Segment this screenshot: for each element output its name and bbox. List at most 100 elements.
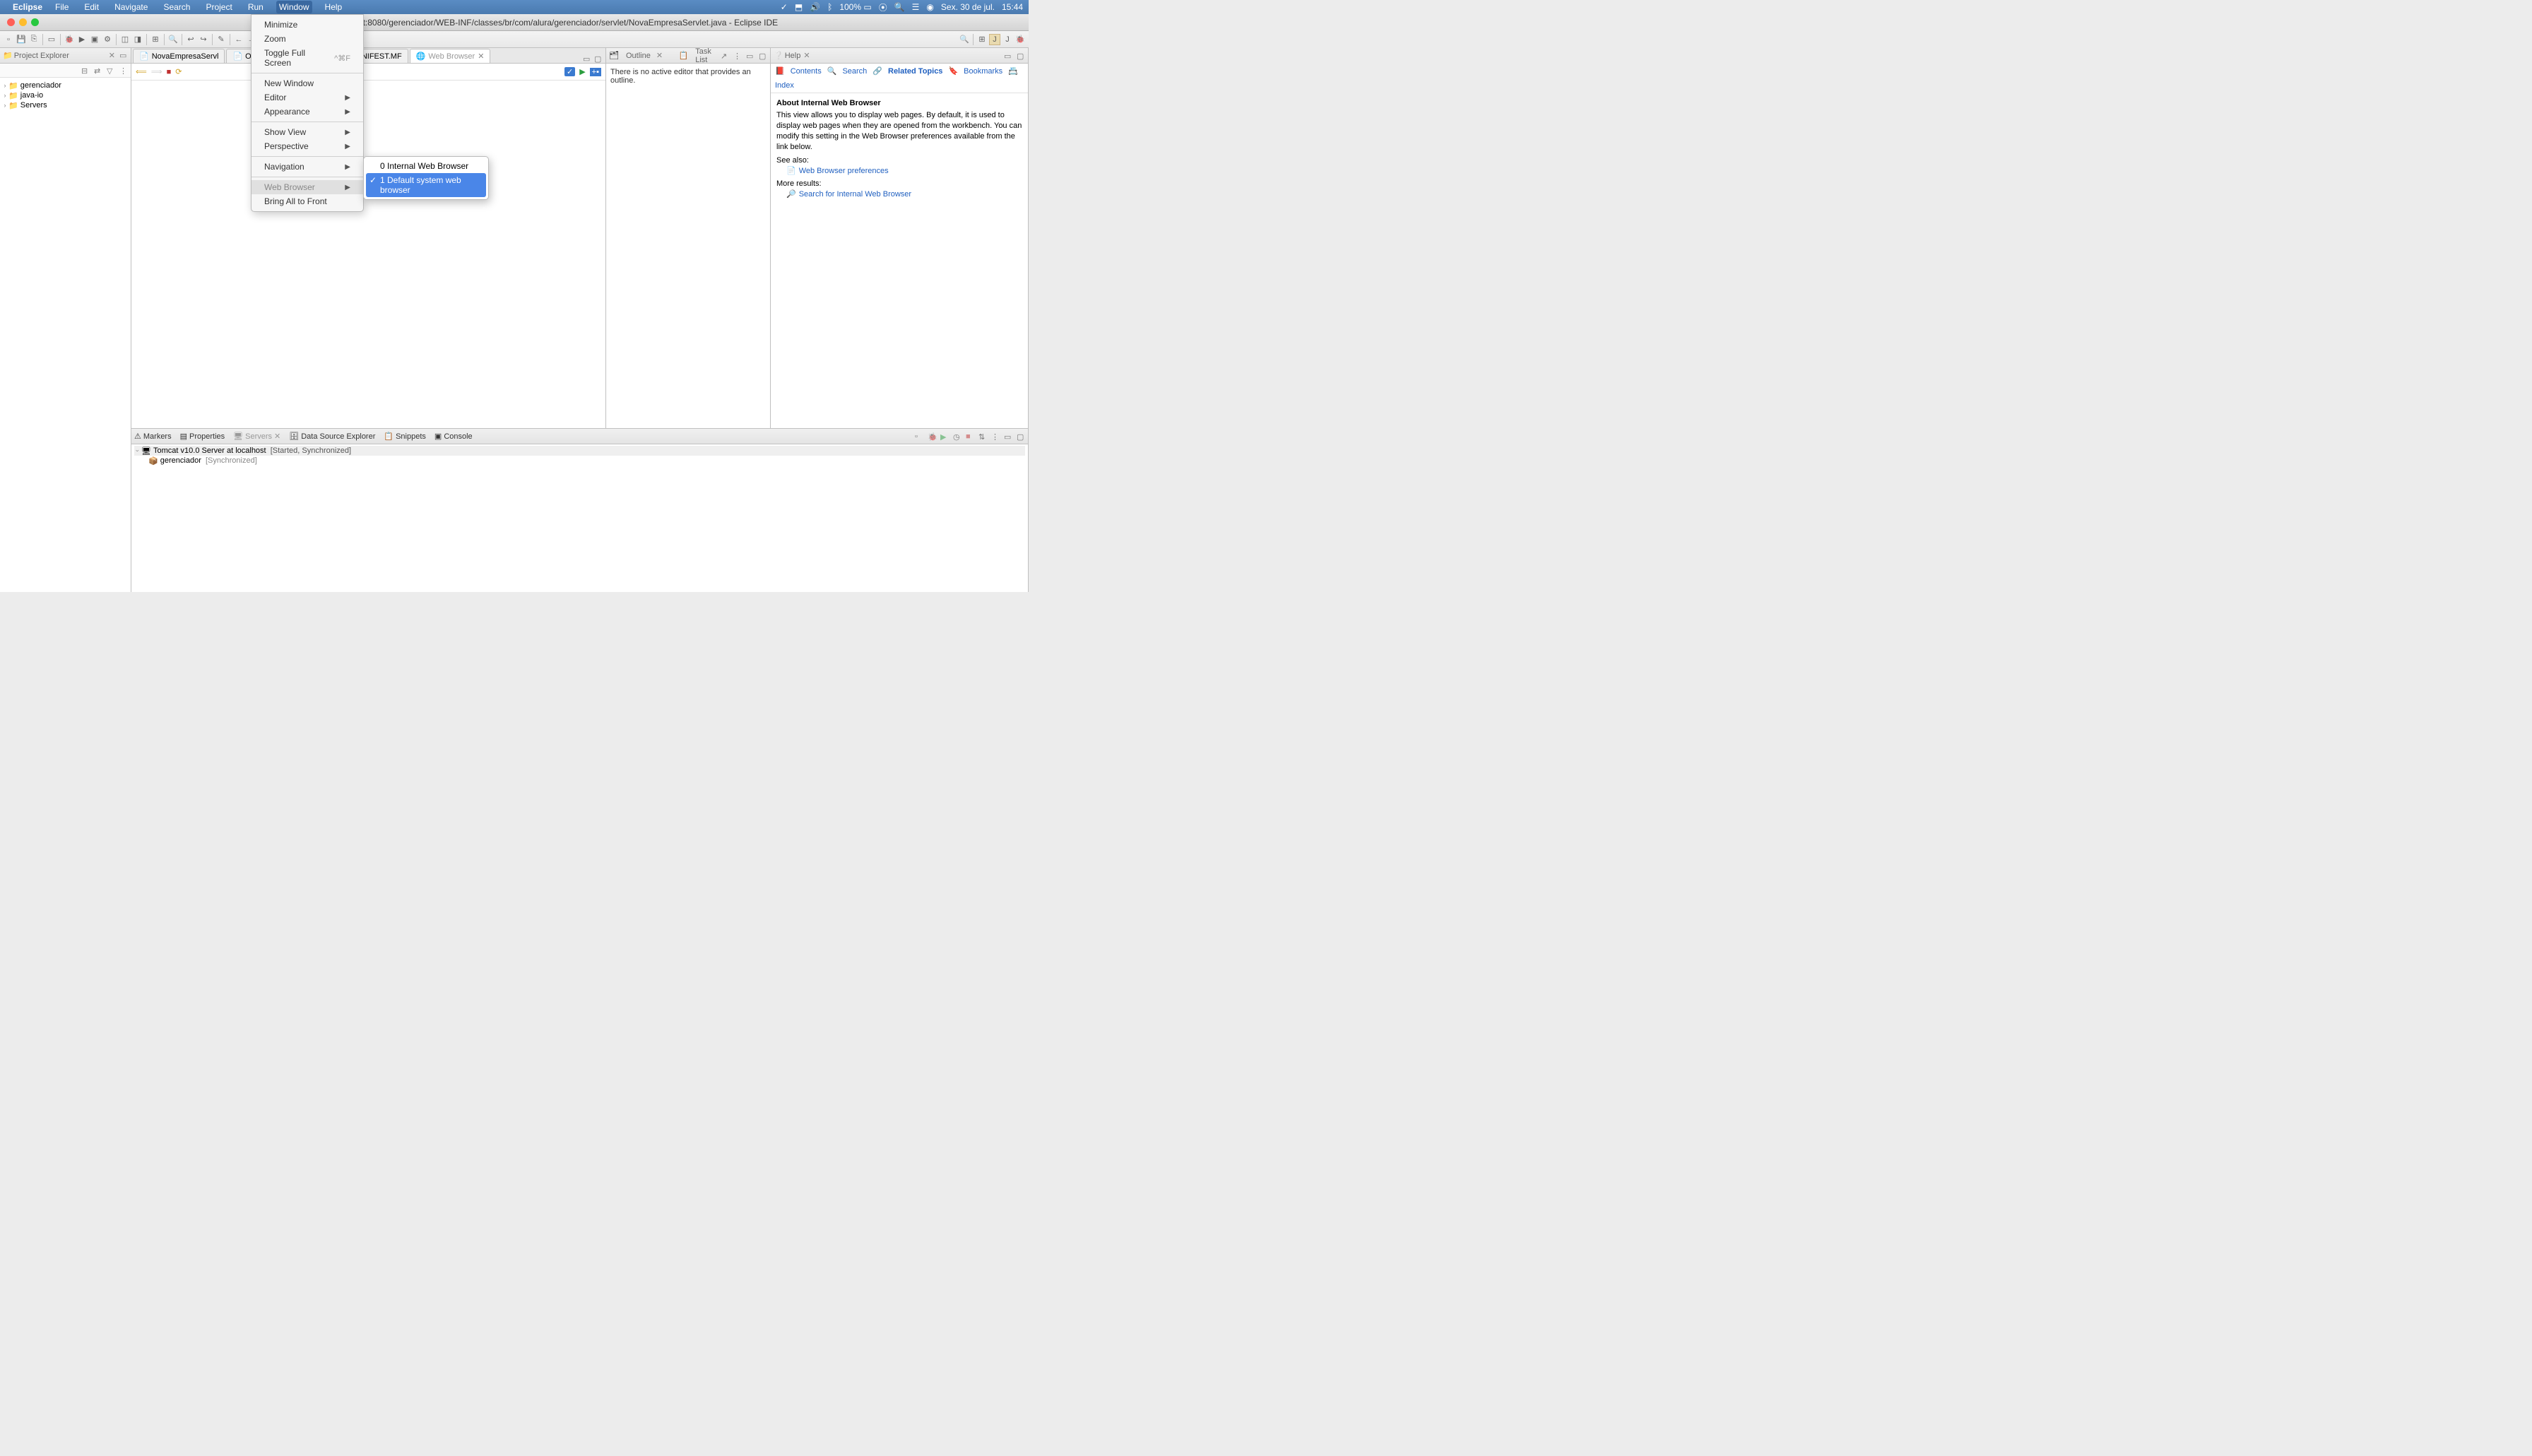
menu-edit[interactable]: Edit [81,1,102,13]
outline-toolbtn-icon[interactable]: ↗ [721,52,729,60]
tab-properties[interactable]: ▤ Properties [180,432,225,441]
tab-console[interactable]: ▣ Console [434,432,473,441]
tree-item-servers[interactable]: ›📁 Servers [1,100,129,110]
new-icon[interactable]: ▫ [3,34,14,45]
control-center-icon[interactable]: ☰ [912,2,920,12]
play-icon[interactable]: ▶ [579,67,585,76]
tree-item-gerenciador[interactable]: ›📁 gerenciador [1,81,129,90]
tab-snippets[interactable]: 📋 Snippets [384,432,426,441]
server-module-row[interactable]: 📦 gerenciador [Synchronized] [134,456,1025,466]
menu-project[interactable]: Project [203,1,235,13]
outline-max-icon[interactable]: ▢ [759,52,767,60]
dropbox-icon[interactable]: ⬒ [795,2,803,12]
save-icon[interactable]: 💾 [16,34,27,45]
browser-refresh-icon[interactable]: ⟳ [175,67,182,76]
battery-status[interactable]: 100% ▭ [839,2,871,12]
server-profile-icon[interactable]: ◷ [953,432,962,441]
ext-tools-icon[interactable]: ⚙ [102,34,113,45]
help-close-icon[interactable]: ✕ [803,51,810,60]
mi-navigation[interactable]: Navigation▶ [252,160,363,174]
zoom-window-button[interactable] [31,18,39,26]
last-edit-icon[interactable]: ✎ [215,34,227,45]
tab-markers[interactable]: ⚠ Markers [134,432,172,441]
siri-icon[interactable]: ◉ [926,2,933,12]
help-min-icon[interactable]: ▭ [1004,52,1012,60]
browser-back-icon[interactable]: ⟸ [136,67,147,76]
clock-date[interactable]: Sex. 30 de jul. [941,2,995,12]
menu-search[interactable]: Search [160,1,193,13]
outline-menu-icon[interactable]: ⋮ [733,52,742,60]
server-new-icon[interactable]: ▫ [915,432,923,441]
debug-icon[interactable]: 🐞 [64,34,75,45]
tab-close-icon[interactable]: ✕ [478,52,484,61]
open-perspective-icon[interactable]: ⊞ [976,34,988,45]
close-window-button[interactable] [7,18,15,26]
outline-close-icon[interactable]: ✕ [656,51,663,60]
help-tab-index[interactable]: Index [775,81,794,90]
mi-zoom[interactable]: Zoom [252,32,363,46]
tab-novaempresa[interactable]: 📄NovaEmpresaServl [133,49,225,63]
mi-editor[interactable]: Editor▶ [252,90,363,105]
outline-min-icon[interactable]: ▭ [746,52,755,60]
mi-newwindow[interactable]: New Window [252,76,363,90]
tab-webbrowser[interactable]: 🌐Web Browser✕ [410,49,491,63]
new-package-icon[interactable]: ◨ [132,34,143,45]
annotation-prev-icon[interactable]: ↩ [185,34,196,45]
browser-stop-icon[interactable]: ■ [167,68,172,76]
server-debug-icon[interactable]: 🐞 [928,432,936,441]
volume-icon[interactable]: 🔊 [810,2,820,12]
server-publish-icon[interactable]: ⇅ [978,432,987,441]
add-task-icon[interactable]: +▪ [590,68,601,76]
help-max-icon[interactable]: ▢ [1017,52,1025,60]
new-server-icon[interactable]: ◫ [119,34,131,45]
search2-icon[interactable]: 🔍 [167,34,179,45]
back-nav-icon[interactable]: ← [233,34,244,45]
app-name[interactable]: Eclipse [13,2,42,12]
open-type-icon[interactable]: ⊞ [150,34,161,45]
minimize-window-button[interactable] [19,18,27,26]
quick-access-icon[interactable]: 🔍 [959,34,970,45]
mi-bringfront[interactable]: Bring All to Front [252,194,363,208]
server-start-icon[interactable]: ▶ [940,432,949,441]
view-menu-icon[interactable]: ⋮ [119,66,128,75]
collapse-all-icon[interactable]: ⊟ [81,66,90,75]
javaee-perspective-icon[interactable]: J [989,34,1000,45]
editor-min-icon[interactable]: ▭ [583,54,591,63]
java-perspective-icon[interactable]: J [1002,34,1013,45]
wifi-icon[interactable]: ⦿ [879,1,887,13]
help-link-search[interactable]: 🔎Search for Internal Web Browser [786,189,1022,199]
browser-viewport[interactable] [131,81,605,428]
mi-fullscreen[interactable]: Toggle Full Screen^⌘F [252,46,363,70]
menu-window[interactable]: Window [276,1,312,13]
saveall-icon[interactable]: ⎘ [28,34,40,45]
menu-navigate[interactable]: Navigate [112,1,150,13]
menu-file[interactable]: File [52,1,71,13]
spotlight-icon[interactable]: 🔍 [894,2,905,12]
bluetooth-icon[interactable]: ᛒ [827,2,832,12]
servers-close-icon[interactable]: ✕ [274,432,280,441]
coverage-icon[interactable]: ▣ [89,34,100,45]
toggle-icon[interactable]: ▭ [46,34,57,45]
help-tab-bookmarks[interactable]: Bookmarks [964,67,1002,76]
tree-item-javaio[interactable]: ›📁 java-io [1,90,129,100]
check-icon[interactable]: ✓ [781,2,788,12]
mi-minimize[interactable]: Minimize [252,18,363,32]
filter-icon[interactable]: ▽ [107,66,115,75]
editor-max-icon[interactable]: ▢ [594,54,603,63]
mi-appearance[interactable]: Appearance▶ [252,105,363,119]
bottom-min-icon[interactable]: ▭ [1004,432,1012,441]
menu-run[interactable]: Run [245,1,266,13]
pe-close-icon[interactable]: ✕ [109,51,115,60]
menu-help[interactable]: Help [322,1,345,13]
server-stop-icon[interactable]: ■ [966,432,974,441]
annotation-next-icon[interactable]: ↪ [198,34,209,45]
pe-min-icon[interactable]: ▭ [119,51,128,59]
mi-perspective[interactable]: Perspective▶ [252,139,363,153]
tab-dse[interactable]: 🗄 Data Source Explorer [289,432,375,441]
debug-perspective-icon[interactable]: 🐞 [1014,34,1026,45]
smi-internal-browser[interactable]: 0 Internal Web Browser [366,159,486,173]
bottom-max-icon[interactable]: ▢ [1017,432,1025,441]
tab-servers[interactable]: 🖥 Servers ✕ [233,432,280,441]
help-link-prefs[interactable]: 📄Web Browser preferences [786,166,1022,175]
server-row[interactable]: › 🖥 Tomcat v10.0 Server at localhost [St… [134,446,1025,456]
